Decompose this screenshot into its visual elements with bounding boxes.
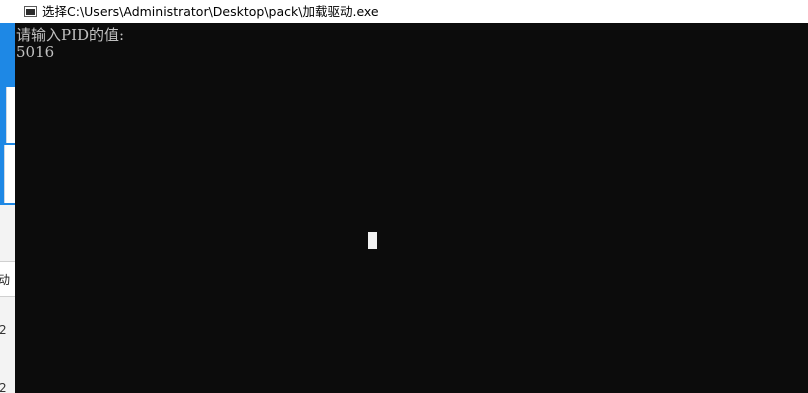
background-window-text: 2: [0, 323, 7, 337]
screen: 选择C:\Users\Administrator\Desktop\pack\加载…: [0, 0, 808, 393]
console-input-line: 5016: [16, 43, 55, 61]
background-window-tab-label: 动: [0, 271, 10, 288]
background-window-panel: [4, 145, 15, 203]
background-window-tab[interactable]: 动: [0, 261, 15, 297]
console-title-bar[interactable]: 选择C:\Users\Administrator\Desktop\pack\加载…: [0, 0, 808, 23]
background-window-panel: [6, 87, 15, 143]
background-window-edge[interactable]: 动 2 2: [0, 23, 15, 393]
console-prompt-line: 请输入PID的值:: [16, 26, 125, 44]
console-window-icon[interactable]: [24, 6, 37, 17]
window-title: 选择C:\Users\Administrator\Desktop\pack\加载…: [42, 4, 379, 19]
background-window-text: 2: [0, 381, 7, 393]
block-cursor: [368, 232, 377, 249]
console-output-area[interactable]: 请输入PID的值: 5016: [15, 23, 808, 393]
